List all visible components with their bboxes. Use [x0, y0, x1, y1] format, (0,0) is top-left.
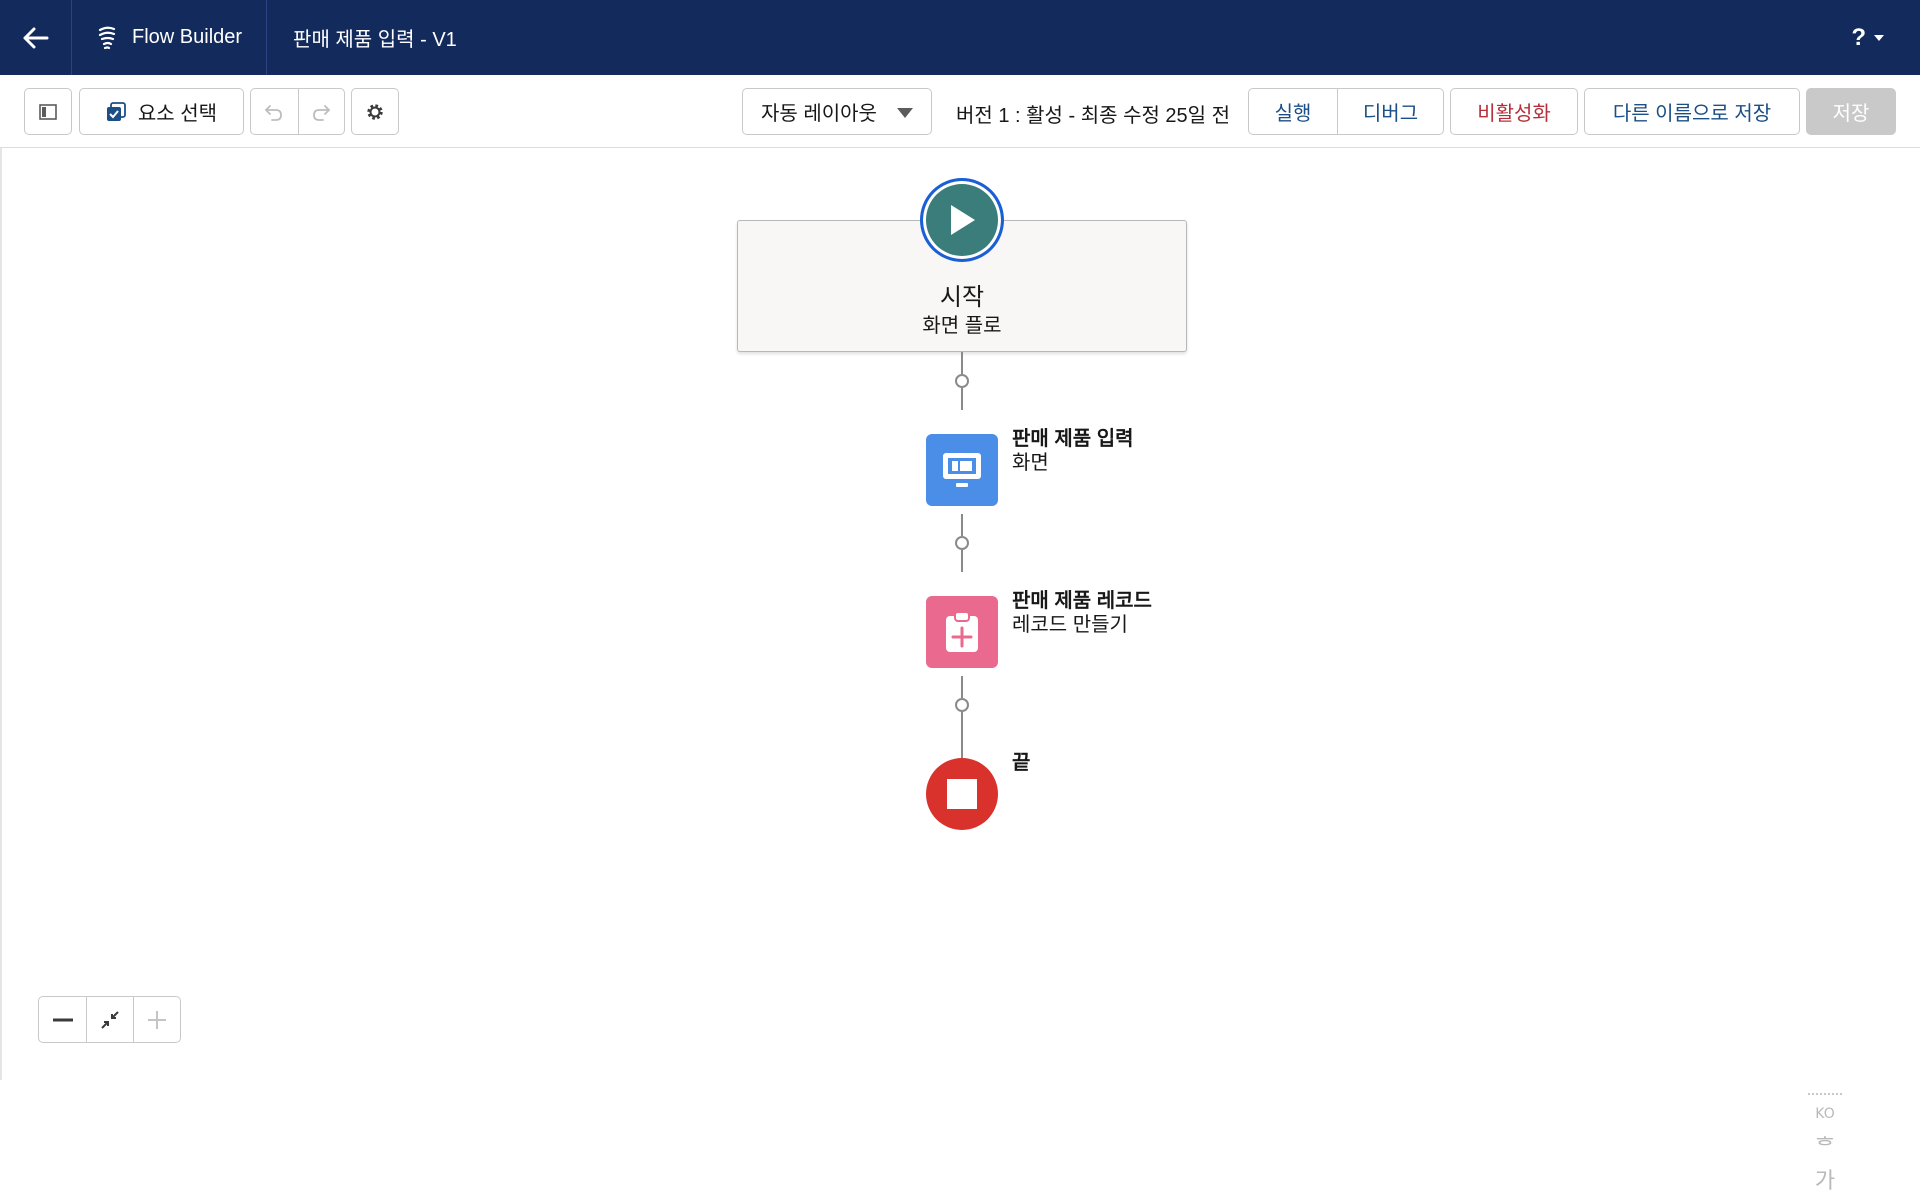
add-element-connector[interactable]: [955, 698, 969, 712]
connector-line: [961, 676, 963, 698]
connector-line: [961, 550, 963, 572]
add-element-connector[interactable]: [955, 374, 969, 388]
end-node[interactable]: [926, 758, 998, 830]
gear-icon: [367, 103, 383, 120]
fit-to-view-button[interactable]: [86, 997, 133, 1042]
ime-lang: KO: [1815, 1106, 1835, 1122]
connector-line: [961, 514, 963, 536]
add-element-connector[interactable]: [955, 536, 969, 550]
start-subtitle: 화면 플로: [922, 315, 1002, 337]
arrow-left-icon: [23, 27, 48, 48]
app-header: Flow Builder 판매 제품 입력 - V1 ?: [0, 0, 1920, 75]
screen-icon: [943, 453, 981, 487]
screen-element-title: 판매 제품 입력: [1012, 428, 1134, 450]
connector-line: [961, 712, 963, 758]
flow-settings-button[interactable]: [351, 88, 399, 135]
start-node[interactable]: [920, 178, 1004, 262]
play-icon: [951, 205, 975, 235]
select-elements-button[interactable]: 요소 선택: [79, 88, 244, 135]
app-brand: Flow Builder: [72, 0, 268, 75]
flow-canvas[interactable]: 시작 화면 플로 판매 제품 입력 화면 판매 제품 레코드 레코드 만들기 끝…: [0, 148, 1920, 1194]
help-menu-button[interactable]: ?: [1851, 24, 1884, 52]
deactivate-button[interactable]: 비활성화: [1450, 88, 1578, 135]
zoom-out-button[interactable]: [39, 997, 86, 1042]
builder-toolbar: 요소 선택 자동 레이아웃 버전 1 : 활성 - 최종 수정 25일 전 실행…: [0, 75, 1920, 148]
version-status: 버전 1 : 활성 - 최종 수정 25일 전: [956, 105, 1231, 127]
ime-char-ga: 가: [1814, 1169, 1836, 1194]
contract-icon: [101, 1010, 119, 1029]
redo-icon: [313, 104, 331, 121]
select-elements-label: 요소 선택: [137, 103, 218, 125]
zoom-in-button[interactable]: [133, 997, 180, 1042]
run-debug-group: 실행 디버그: [1248, 88, 1444, 135]
record-create-element-title: 판매 제품 레코드: [1012, 590, 1152, 612]
ime-language-indicator[interactable]: KO ᄒ 가: [1808, 1093, 1842, 1199]
connector-line: [961, 352, 963, 374]
back-button[interactable]: [0, 0, 72, 75]
zoom-controls: [38, 996, 181, 1043]
screen-element-label: 판매 제품 입력 화면: [1012, 427, 1134, 475]
record-create-element-type: 레코드 만들기: [1012, 614, 1128, 636]
toggle-toolbox-button[interactable]: [24, 88, 72, 135]
screen-element-node[interactable]: [926, 434, 998, 506]
start-title: 시작: [939, 284, 985, 311]
undo-redo-group: [250, 88, 345, 135]
layout-mode-select[interactable]: 자동 레이아웃: [742, 88, 932, 135]
undo-button[interactable]: [251, 89, 298, 134]
redo-button[interactable]: [297, 89, 345, 134]
flow-builder-icon: [98, 26, 116, 49]
screen-element-type: 화면: [1012, 452, 1049, 474]
stop-icon: [947, 779, 977, 809]
panel-left-icon: [39, 103, 57, 120]
run-button[interactable]: 실행: [1249, 89, 1337, 134]
undo-icon: [264, 104, 283, 121]
plus-icon: [148, 1010, 166, 1029]
multi-select-icon: [106, 101, 126, 121]
chevron-down-icon: [1874, 35, 1884, 41]
minus-icon: [52, 1018, 73, 1021]
chevron-down-icon: [897, 108, 913, 118]
connector-line: [961, 388, 963, 410]
record-create-element-label: 판매 제품 레코드 레코드 만들기: [1012, 589, 1152, 637]
help-label: ?: [1851, 24, 1866, 51]
debug-button[interactable]: 디버그: [1337, 89, 1443, 134]
end-label: 끝: [1012, 752, 1031, 774]
app-name: Flow Builder: [132, 26, 243, 48]
save-as-button[interactable]: 다른 이름으로 저장: [1584, 88, 1800, 135]
record-create-element-node[interactable]: [926, 596, 998, 668]
save-button[interactable]: 저장: [1806, 88, 1896, 135]
flow-title: 판매 제품 입력 - V1: [293, 29, 457, 51]
layout-mode-value: 자동 레이아웃: [761, 103, 877, 125]
record-create-icon: [946, 611, 978, 652]
ime-char-hieut: ᄒ: [1814, 1135, 1836, 1160]
